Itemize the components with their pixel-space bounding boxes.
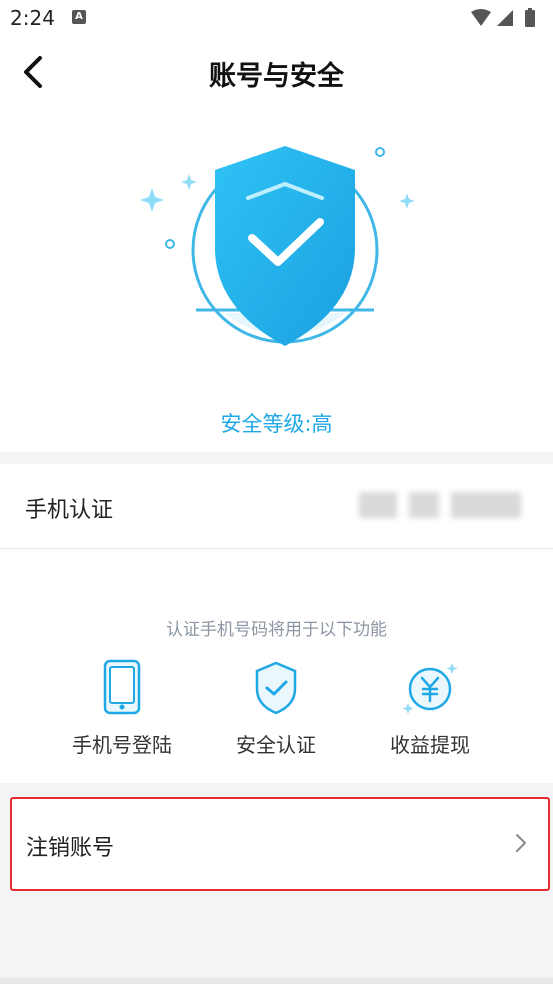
deactivate-account-label: 注销账号: [26, 836, 115, 861]
phone-verification-label: 手机认证: [25, 498, 114, 523]
phone-icon: [103, 659, 141, 715]
status-time: 2:24: [10, 6, 55, 30]
battery-icon: [525, 10, 535, 27]
features-caption: 认证手机号码将用于以下功能: [166, 620, 387, 640]
deactivate-account-row[interactable]: 注销账号: [10, 797, 550, 891]
chevron-right-icon: [516, 834, 526, 852]
yuan-coin-icon: [402, 663, 458, 714]
notification-icon: A: [72, 10, 86, 24]
header: 账号与安全: [0, 36, 553, 108]
security-hero: 安全等级:高: [0, 108, 553, 452]
bottom-edge: [0, 978, 553, 984]
feature-label: 收益提现: [390, 733, 470, 757]
feature-label: 安全认证: [236, 733, 316, 757]
feature-phone-login: 手机号登陆: [42, 659, 202, 769]
wifi-icon: [471, 9, 491, 26]
phone-number-obscured: [359, 492, 529, 518]
security-level-text: 安全等级:高: [220, 412, 333, 436]
page-title: 账号与安全: [209, 61, 344, 92]
shield-illustration-icon: [140, 146, 415, 346]
phone-verification-row[interactable]: 手机认证: [0, 464, 553, 549]
shield-check-icon: [255, 661, 297, 715]
feature-earnings-withdraw: 收益提现: [350, 659, 510, 769]
feature-security-verify: 安全认证: [196, 659, 356, 769]
signal-icon: [497, 10, 513, 26]
verification-features: 认证手机号码将用于以下功能 手机号登陆 安全认证 收益提现: [0, 549, 553, 783]
system-status-icons: [471, 8, 535, 27]
feature-label: 手机号登陆: [72, 733, 172, 757]
status-bar: 2:24 A: [0, 0, 553, 36]
